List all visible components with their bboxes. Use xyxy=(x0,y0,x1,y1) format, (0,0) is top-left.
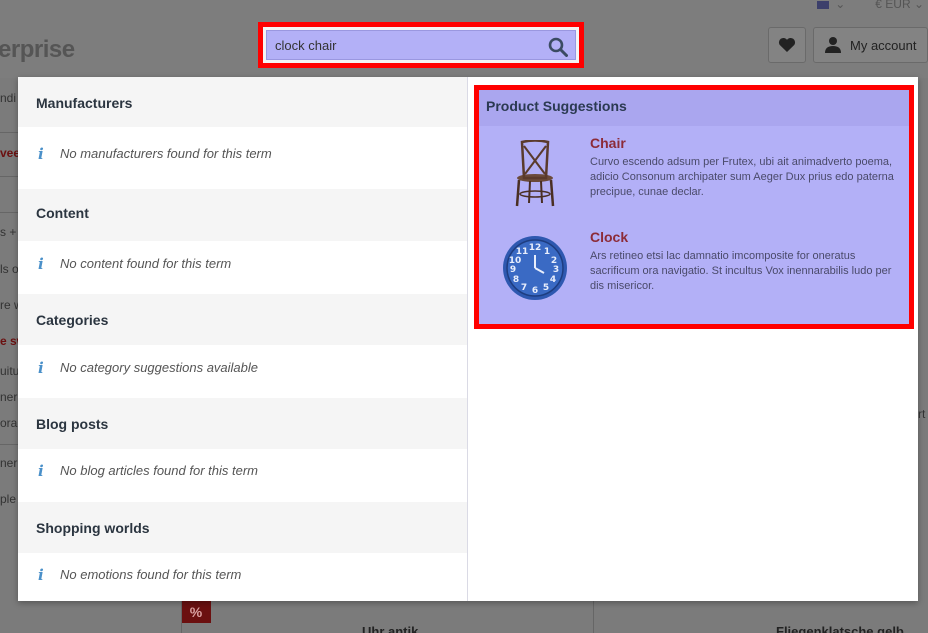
shopping-worlds-heading: Shopping worlds xyxy=(18,502,467,553)
info-icon: i xyxy=(38,145,44,163)
person-icon xyxy=(825,37,841,53)
svg-text:10: 10 xyxy=(509,256,522,266)
account-button[interactable]: My account xyxy=(813,27,928,63)
bg-card-title[interactable]: Uhr antik xyxy=(362,624,418,633)
search-input[interactable] xyxy=(275,31,535,59)
heart-icon xyxy=(778,37,796,52)
svg-text:8: 8 xyxy=(513,275,519,285)
flag-icon xyxy=(817,0,830,9)
bg-card-title[interactable]: Fliegenklatsche gelb xyxy=(776,624,904,633)
svg-text:4: 4 xyxy=(550,275,556,285)
search-results-dropdown: Manufacturers i No manufacturers found f… xyxy=(18,77,918,601)
info-icon: i xyxy=(38,566,44,584)
categories-message: i No category suggestions available xyxy=(18,345,467,398)
wishlist-button[interactable] xyxy=(768,27,806,63)
bg-side-text: re w xyxy=(0,298,18,312)
manufacturers-heading: Manufacturers xyxy=(18,77,467,127)
svg-text:5: 5 xyxy=(543,283,549,293)
bg-nav-text: ndi xyxy=(0,91,17,105)
product-name-chair[interactable]: Chair xyxy=(590,135,895,151)
info-icon: i xyxy=(38,462,44,480)
manufacturers-message-text: No manufacturers found for this term xyxy=(60,146,272,161)
bg-side-text: s + xyxy=(0,225,17,239)
content-heading: Content xyxy=(18,189,467,241)
language-switch[interactable]: ⌄ xyxy=(817,0,845,11)
product-description: Ars retineo etsi lac damnatio imcomposit… xyxy=(590,250,892,292)
blog-posts-message-text: No blog articles found for this term xyxy=(60,463,258,478)
bg-divider xyxy=(0,132,18,133)
product-name-clock[interactable]: Clock xyxy=(590,229,895,245)
product-suggestions-heading: Product Suggestions xyxy=(479,90,909,126)
bg-divider xyxy=(0,212,18,213)
product-suggestion-item[interactable]: 12 1 2 345 678 9 10 11 Clock Ars retineo ets… xyxy=(479,220,909,314)
bg-side-text: ner xyxy=(0,456,18,470)
shop-logo[interactable]: erprise xyxy=(0,36,75,64)
bg-side-text: ls o xyxy=(0,262,18,276)
clock-icon: 12 12 345 678 91011 xyxy=(503,236,567,300)
svg-text:6: 6 xyxy=(532,286,538,296)
bg-side-text: vee xyxy=(0,146,18,160)
chair-image[interactable] xyxy=(491,134,579,214)
blog-posts-message: i No blog articles found for this term xyxy=(18,449,467,502)
bg-side-text: uitu xyxy=(0,364,18,378)
product-info: Chair Curvo escendo adsum per Frutex, ub… xyxy=(579,126,909,220)
product-description: Curvo escendo adsum per Frutex, ubi ait … xyxy=(590,156,894,198)
info-icon: i xyxy=(38,359,44,377)
currency-label: € EUR xyxy=(875,0,911,11)
search-field-wrapper xyxy=(266,30,576,60)
search-form xyxy=(258,22,584,68)
results-groups: Manufacturers i No manufacturers found f… xyxy=(18,77,468,601)
categories-heading: Categories xyxy=(18,294,467,345)
info-icon: i xyxy=(38,255,44,273)
search-button[interactable] xyxy=(545,34,571,60)
svg-text:11: 11 xyxy=(516,247,529,257)
bg-divider xyxy=(0,444,18,445)
svg-text:12: 12 xyxy=(529,243,542,253)
chair-icon xyxy=(515,140,555,207)
product-suggestion-item[interactable]: Chair Curvo escendo adsum per Frutex, ub… xyxy=(479,126,909,220)
bg-right-text: rt xyxy=(918,407,926,421)
top-bar: ⌄ € EUR ⌄ xyxy=(817,0,928,11)
content-message-text: No content found for this term xyxy=(60,256,232,271)
bg-side-text: ner xyxy=(0,390,18,404)
account-label: My account xyxy=(850,37,917,53)
product-suggestions-panel: Product Suggestions Chair Curvo escendo xyxy=(474,85,914,329)
bg-side-text: ora xyxy=(0,416,18,430)
magnifier-icon xyxy=(548,37,568,57)
blog-posts-heading: Blog posts xyxy=(18,398,467,449)
svg-text:1: 1 xyxy=(544,247,550,257)
categories-message-text: No category suggestions available xyxy=(60,360,259,375)
svg-text:3: 3 xyxy=(553,265,559,275)
bg-card-border xyxy=(593,601,594,633)
content-message: i No content found for this term xyxy=(18,241,467,294)
currency-switch[interactable]: € EUR ⌄ xyxy=(875,0,924,11)
shopping-worlds-message-text: No emotions found for this term xyxy=(60,567,242,582)
product-info: Clock Ars retineo etsi lac damnatio imco… xyxy=(579,220,909,314)
svg-text:9: 9 xyxy=(510,265,516,275)
bg-side-text: e sw xyxy=(0,334,18,348)
manufacturers-message: i No manufacturers found for this term xyxy=(18,127,467,189)
shopping-worlds-message: i No emotions found for this term xyxy=(18,553,467,606)
clock-image[interactable]: 12 1 2 345 678 9 10 11 xyxy=(491,228,579,308)
bg-side-text: ple xyxy=(0,492,17,506)
bg-divider xyxy=(0,176,18,177)
svg-text:7: 7 xyxy=(521,283,527,293)
